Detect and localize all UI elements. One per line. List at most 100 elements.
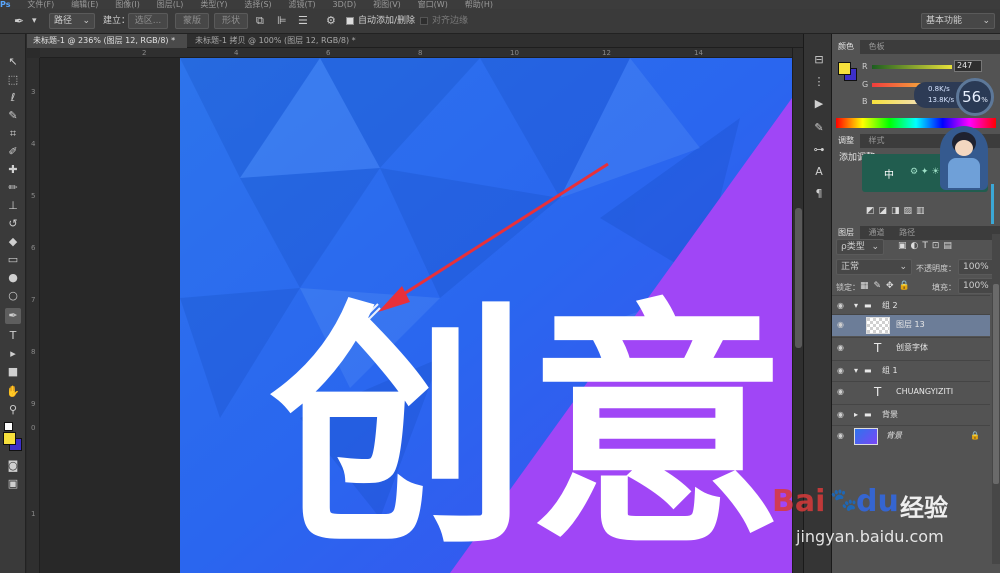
tab-channels[interactable]: 通道 — [863, 226, 891, 240]
gear-icon[interactable]: ⚙ — [326, 13, 336, 29]
auto-add-delete-checkbox[interactable] — [346, 17, 354, 25]
zoom-tool-icon[interactable]: ⚲ — [5, 402, 21, 418]
pen-tool-icon[interactable]: ✒ — [14, 13, 24, 29]
clone-source-icon[interactable]: ⊶ — [811, 142, 827, 158]
eye-icon[interactable]: ◉ — [837, 426, 847, 446]
dodge-tool-icon[interactable]: ○ — [5, 288, 21, 304]
adjustment-icons-row[interactable]: ◩◪◨▨▥ — [866, 206, 929, 216]
pen-tool-icon[interactable]: ✒ — [5, 308, 21, 324]
gradient-tool-icon[interactable]: ▭ — [5, 252, 21, 268]
collapse-chevron-icon[interactable]: ▸ — [854, 405, 858, 425]
hand-tool-icon[interactable]: ✋ — [5, 384, 21, 400]
menu-file[interactable]: 文件(F) — [27, 0, 54, 9]
foreground-color-swatch[interactable] — [3, 432, 16, 445]
tab-styles[interactable]: 样式 — [863, 134, 891, 148]
eye-icon[interactable]: ◉ — [837, 338, 847, 358]
tab-swatches[interactable]: 色板 — [863, 40, 891, 54]
layer-row-layer-13[interactable]: ◉ 图层 13 — [832, 314, 990, 336]
menu-layer[interactable]: 图层(L) — [157, 0, 184, 9]
scrollbar-thumb[interactable] — [795, 208, 802, 348]
type-tool-icon[interactable]: T — [5, 328, 21, 344]
path-arrangement-icon[interactable]: ☰ — [298, 13, 308, 29]
chevron-down-icon: ⌄ — [871, 242, 879, 252]
fill-field[interactable]: 100% — [958, 278, 996, 294]
path-alignment-icon[interactable]: ⊫ — [277, 13, 287, 29]
layer-row-group-2[interactable]: ◉ ▾ ▬ 组 2 — [832, 295, 990, 316]
eye-icon[interactable]: ◉ — [837, 382, 847, 402]
mask-button[interactable]: 蒙版 — [175, 13, 209, 29]
tool-preset-chevron-icon[interactable]: ▾ — [32, 13, 37, 29]
healing-brush-icon[interactable]: ✚ — [5, 162, 21, 178]
tab-layers[interactable]: 图层 — [832, 226, 860, 240]
shape-button[interactable]: 形状 — [214, 13, 248, 29]
r-slider[interactable] — [872, 65, 952, 69]
selection-button[interactable]: 选区... — [128, 13, 168, 29]
eraser-tool-icon[interactable]: ◆ — [5, 234, 21, 250]
ruler-top: 2 4 6 8 10 12 14 — [40, 48, 792, 58]
layer-row-background[interactable]: ◉ 背景 🔒 — [832, 425, 990, 447]
expand-chevron-icon[interactable]: ▾ — [854, 296, 858, 316]
eye-icon[interactable]: ◉ — [837, 405, 847, 425]
path-operations-icon[interactable]: ⧉ — [256, 13, 264, 29]
screen-mode-icon[interactable]: ▣ — [5, 476, 21, 492]
tab-paths[interactable]: 路径 — [893, 226, 921, 240]
path-select-icon[interactable]: ▸ — [5, 346, 21, 362]
crop-tool-icon[interactable]: ⌗ — [5, 126, 21, 142]
tab-document-2[interactable]: 未标题-1 拷贝 @ 100% (图层 12, RGB/8) *× — [189, 34, 364, 59]
workspace-select[interactable]: 基本功能 ⌄ — [921, 13, 995, 29]
layer-row-group-1[interactable]: ◉ ▾ ▬ 组 1 — [832, 360, 990, 381]
eyedropper-tool-icon[interactable]: ✐ — [5, 144, 21, 160]
tab-document-1[interactable]: 未标题-1 @ 236% (图层 12, RGB/8) *× — [27, 34, 187, 59]
properties-icon[interactable]: ⋮ — [811, 74, 827, 90]
brush-tool-icon[interactable]: ✏ — [5, 180, 21, 196]
history-icon[interactable]: ⊟ — [811, 52, 827, 68]
marquee-tool-icon[interactable]: ⬚ — [5, 72, 21, 88]
menu-image[interactable]: 图像(I) — [115, 0, 140, 9]
history-brush-icon[interactable]: ↺ — [5, 216, 21, 232]
expand-chevron-icon[interactable]: ▾ — [854, 361, 858, 381]
blend-mode-select[interactable]: 正常 ⌄ — [836, 259, 912, 275]
eye-icon[interactable]: ◉ — [837, 296, 847, 316]
tool-mode-select[interactable]: 路径 ⌄ — [49, 13, 95, 29]
layer-name: 组 1 — [882, 366, 898, 375]
quick-mask-icon[interactable]: ◙ — [5, 458, 21, 474]
layer-row-chuangyiziti[interactable]: ◉ T CHUANGYIZITI — [832, 381, 990, 403]
menu-view[interactable]: 视图(V) — [373, 0, 401, 9]
menu-type[interactable]: 类型(Y) — [200, 0, 227, 9]
menu-edit[interactable]: 编辑(E) — [71, 0, 98, 9]
layer-row-creative-text[interactable]: ◉ T 创意字体 — [832, 337, 990, 359]
menu-window[interactable]: 窗口(W) — [418, 0, 448, 9]
layer-row-background-group[interactable]: ◉ ▸ ▬ 背景 — [832, 404, 990, 425]
default-colors-icon[interactable] — [4, 422, 13, 431]
quick-select-tool-icon[interactable]: ✎ — [5, 108, 21, 124]
eye-icon[interactable]: ◉ — [837, 315, 847, 335]
menu-filter[interactable]: 滤镜(T) — [289, 0, 316, 9]
lasso-tool-icon[interactable]: ℓ — [5, 90, 21, 106]
blur-tool-icon[interactable]: ● — [5, 270, 21, 286]
document-canvas[interactable]: 创意 — [180, 58, 792, 573]
chevron-down-icon: ⌄ — [982, 16, 990, 26]
layers-scrollbar-thumb[interactable] — [993, 284, 999, 484]
menu-select[interactable]: 选择(S) — [244, 0, 271, 9]
clone-stamp-icon[interactable]: ⊥ — [5, 198, 21, 214]
paragraph-icon[interactable]: ¶ — [811, 186, 827, 202]
r-value-field[interactable]: 247 — [954, 60, 982, 72]
actions-icon[interactable]: ▶ — [811, 96, 827, 112]
menu-3d[interactable]: 3D(D) — [333, 0, 357, 9]
fill-label: 填充： — [932, 283, 956, 292]
eye-icon[interactable]: ◉ — [837, 361, 847, 381]
menu-help[interactable]: 帮助(H) — [465, 0, 493, 9]
ps-logo[interactable]: Ps — [0, 0, 10, 9]
layer-kind-filter[interactable]: ρ类型 ⌄ — [836, 239, 884, 255]
tab-color[interactable]: 颜色 — [832, 40, 860, 54]
align-edges-checkbox[interactable] — [420, 17, 428, 25]
color-fg-swatch[interactable] — [838, 62, 851, 75]
layer-filter-icons[interactable]: ▣◐T⊡▤ — [898, 241, 956, 251]
character-icon[interactable]: A — [811, 164, 827, 180]
move-tool-icon[interactable]: ↖ — [5, 54, 21, 70]
brush-presets-icon[interactable]: ✎ — [811, 120, 827, 136]
rectangle-tool-icon[interactable]: ■ — [5, 364, 21, 380]
opacity-field[interactable]: 100% — [958, 259, 996, 275]
lock-icons[interactable]: ▦✎✥🔒 — [860, 281, 915, 291]
tab-adjustments[interactable]: 调整 — [832, 134, 860, 148]
